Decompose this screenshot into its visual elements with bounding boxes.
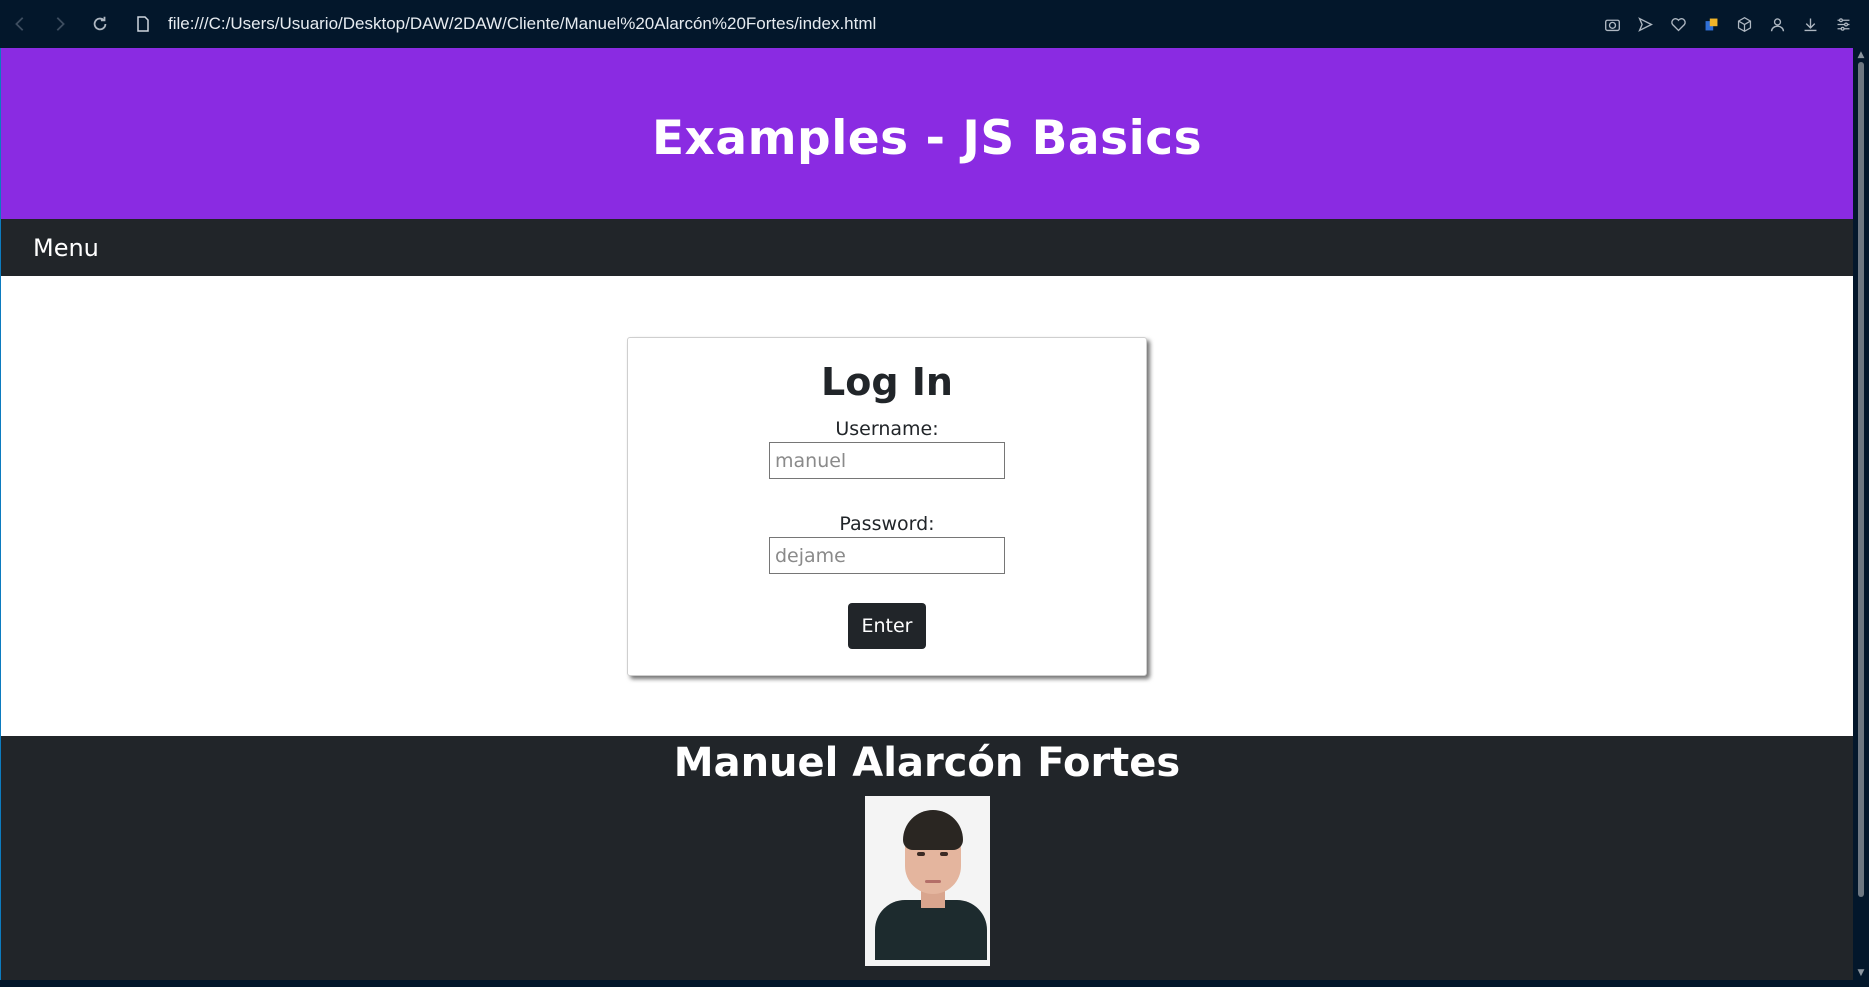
address-bar[interactable]: file:///C:/Users/Usuario/Desktop/DAW/2DA… [136, 0, 1599, 48]
back-button[interactable] [0, 0, 40, 48]
settings-icon [1837, 17, 1850, 31]
profile-button[interactable] [1764, 9, 1791, 39]
scroll-thumb[interactable] [1858, 62, 1864, 897]
url-text[interactable]: file:///C:/Users/Usuario/Desktop/DAW/2DA… [168, 14, 876, 34]
author-name: Manuel Alarcón Fortes [673, 740, 1181, 786]
reload-icon [93, 16, 107, 31]
enter-button[interactable]: Enter [848, 603, 926, 649]
username-input[interactable] [769, 442, 1005, 479]
forward-icon [56, 17, 65, 31]
box-button[interactable] [1731, 9, 1758, 39]
forward-button[interactable] [40, 0, 80, 48]
page-icon [137, 16, 149, 32]
site-header: Examples - JS Basics [1, 48, 1853, 219]
download-icon [1804, 18, 1817, 31]
login-form: Log In Username: Password: Enter [627, 337, 1147, 676]
box-icon [1737, 16, 1752, 32]
settings-button[interactable] [1830, 9, 1857, 39]
login-title: Log In [821, 360, 953, 404]
favorite-button[interactable] [1665, 9, 1692, 39]
profile-icon [1770, 17, 1785, 31]
author-photo [864, 796, 990, 966]
vertical-scrollbar[interactable]: ▲ ▼ [1853, 48, 1869, 980]
page-title: Examples - JS Basics [651, 111, 1203, 166]
back-icon [15, 17, 24, 31]
camera-button[interactable] [1599, 9, 1626, 39]
status-strip [0, 980, 1869, 987]
scroll-up-icon[interactable]: ▲ [1856, 50, 1866, 60]
camera-icon [1605, 19, 1620, 31]
extension-icon [1705, 18, 1718, 30]
send-icon [1638, 16, 1653, 32]
scroll-down-icon[interactable]: ▼ [1856, 968, 1866, 978]
menu-bar: Menu [1, 219, 1853, 276]
page-viewport: Examples - JS Basics Menu Log In Usernam… [0, 48, 1853, 980]
username-label: Username: [835, 418, 939, 440]
browser-toolbar: file:///C:/Users/Usuario/Desktop/DAW/2DA… [0, 0, 1869, 48]
heart-icon [1671, 17, 1686, 31]
menu-button[interactable]: Menu [33, 234, 99, 262]
download-button[interactable] [1797, 9, 1824, 39]
password-input[interactable] [769, 537, 1005, 574]
extension-button[interactable] [1698, 9, 1725, 39]
send-button[interactable] [1632, 9, 1659, 39]
site-footer: Manuel Alarcón Fortes [1, 736, 1853, 980]
main-content: Log In Username: Password: Enter [1, 276, 1853, 736]
reload-button[interactable] [80, 0, 120, 48]
password-label: Password: [839, 513, 935, 535]
